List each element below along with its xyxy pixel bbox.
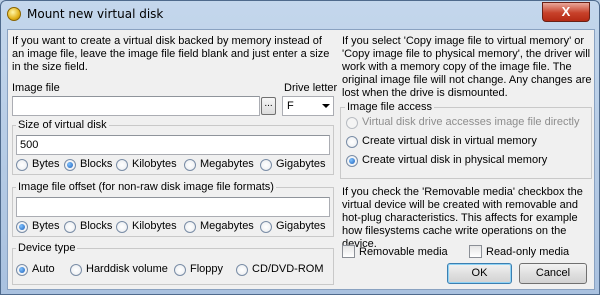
radio-indicator xyxy=(64,220,76,233)
image-access-label: Image file access xyxy=(345,101,434,114)
radio-indicator xyxy=(346,154,358,167)
browse-button[interactable]: ... xyxy=(261,97,276,115)
mount-dialog-window: Mount new virtual disk X If you want to … xyxy=(0,0,600,295)
device-type-radio-label: Floppy xyxy=(190,263,224,275)
offset-input[interactable] xyxy=(16,197,330,217)
removable-media-label: Removable media xyxy=(359,245,448,258)
access-radio-create-virtual-disk-in-physical-memory[interactable]: Create virtual disk in physical memory xyxy=(346,154,547,167)
radio-indicator xyxy=(236,263,248,276)
copy-image-description: If you select 'Copy image file to virtua… xyxy=(342,35,592,99)
cancel-button[interactable]: Cancel xyxy=(519,263,587,284)
radio-indicator xyxy=(70,263,82,276)
device-type-radio-label: Harddisk volume xyxy=(86,263,168,275)
checkbox-box xyxy=(469,245,482,258)
device-type-label: Device type xyxy=(16,242,78,255)
offset-unit-radio-blocks[interactable]: Blocks xyxy=(64,220,112,233)
dialog-client-area: If you want to create a virtual disk bac… xyxy=(7,29,595,290)
close-button[interactable]: X xyxy=(542,2,590,22)
offset-unit-radio-label: Kilobytes xyxy=(132,220,177,232)
offset-unit-radio-label: Megabytes xyxy=(200,220,254,232)
read-only-media-label: Read-only media xyxy=(486,245,570,258)
radio-indicator xyxy=(16,220,28,233)
device-type-radio-auto[interactable]: Auto xyxy=(16,263,55,276)
device-type-radio-label: CD/DVD-ROM xyxy=(252,263,324,275)
radio-indicator xyxy=(346,116,358,129)
drive-letter-value: F xyxy=(287,100,294,112)
removable-media-checkbox[interactable]: Removable media xyxy=(342,245,448,258)
radio-indicator xyxy=(260,158,272,171)
size-unit-radio-kilobytes[interactable]: Kilobytes xyxy=(116,158,177,171)
checkbox-box xyxy=(342,245,355,258)
app-icon xyxy=(7,7,21,21)
removable-media-description: If you check the 'Removable media' check… xyxy=(342,186,583,250)
image-file-label: Image file xyxy=(12,82,60,94)
size-unit-radio-blocks[interactable]: Blocks xyxy=(64,158,112,171)
radio-indicator xyxy=(116,158,128,171)
window-title: Mount new virtual disk xyxy=(27,7,164,21)
size-unit-radio-label: Gigabytes xyxy=(276,158,326,170)
size-group-label: Size of virtual disk xyxy=(16,119,109,132)
size-unit-radio-label: Megabytes xyxy=(200,158,254,170)
access-radio-create-virtual-disk-in-virtual-memory[interactable]: Create virtual disk in virtual memory xyxy=(346,135,537,148)
offset-unit-radio-label: Gigabytes xyxy=(276,220,326,232)
drive-letter-label: Drive letter xyxy=(284,82,338,94)
ok-button[interactable]: OK xyxy=(447,263,512,284)
size-unit-radio-label: Blocks xyxy=(80,158,113,170)
size-unit-radio-label: Bytes xyxy=(32,158,60,170)
offset-unit-radio-label: Blocks xyxy=(80,220,113,232)
chevron-down-icon xyxy=(322,104,330,108)
radio-indicator xyxy=(184,220,196,233)
offset-unit-radio-kilobytes[interactable]: Kilobytes xyxy=(116,220,177,233)
disk-size-input[interactable]: 500 xyxy=(16,135,330,155)
radio-indicator xyxy=(116,220,128,233)
radio-indicator xyxy=(16,263,28,276)
access-radio-label: Virtual disk drive accesses image file d… xyxy=(362,116,580,128)
offset-unit-radio-gigabytes[interactable]: Gigabytes xyxy=(260,220,326,233)
drive-letter-select[interactable]: F xyxy=(282,96,334,116)
size-unit-radio-bytes[interactable]: Bytes xyxy=(16,158,60,171)
offset-group-label: Image file offset (for non-raw disk imag… xyxy=(16,181,276,194)
radio-indicator xyxy=(174,263,186,276)
memory-disk-description: If you want to create a virtual disk bac… xyxy=(12,35,330,73)
access-radio-label: Create virtual disk in virtual memory xyxy=(362,135,537,147)
radio-indicator xyxy=(16,158,28,171)
read-only-media-checkbox[interactable]: Read-only media xyxy=(469,245,569,258)
radio-indicator xyxy=(184,158,196,171)
size-unit-radio-gigabytes[interactable]: Gigabytes xyxy=(260,158,326,171)
image-file-input[interactable] xyxy=(12,96,260,116)
device-type-radio-cd-dvd-rom[interactable]: CD/DVD-ROM xyxy=(236,263,324,276)
size-unit-radio-label: Kilobytes xyxy=(132,158,177,170)
radio-indicator xyxy=(260,220,272,233)
radio-indicator xyxy=(64,158,76,171)
offset-unit-radio-label: Bytes xyxy=(32,220,60,232)
device-type-radio-label: Auto xyxy=(32,263,55,275)
access-radio-virtual-disk-drive-accesses-image-file-directly: Virtual disk drive accesses image file d… xyxy=(346,116,579,129)
radio-indicator xyxy=(346,135,358,148)
device-type-radio-harddisk-volume[interactable]: Harddisk volume xyxy=(70,263,168,276)
size-unit-radio-megabytes[interactable]: Megabytes xyxy=(184,158,254,171)
title-bar[interactable]: Mount new virtual disk X xyxy=(1,1,599,28)
access-radio-label: Create virtual disk in physical memory xyxy=(362,154,548,166)
offset-unit-radio-bytes[interactable]: Bytes xyxy=(16,220,60,233)
offset-unit-radio-megabytes[interactable]: Megabytes xyxy=(184,220,254,233)
device-type-radio-floppy[interactable]: Floppy xyxy=(174,263,223,276)
